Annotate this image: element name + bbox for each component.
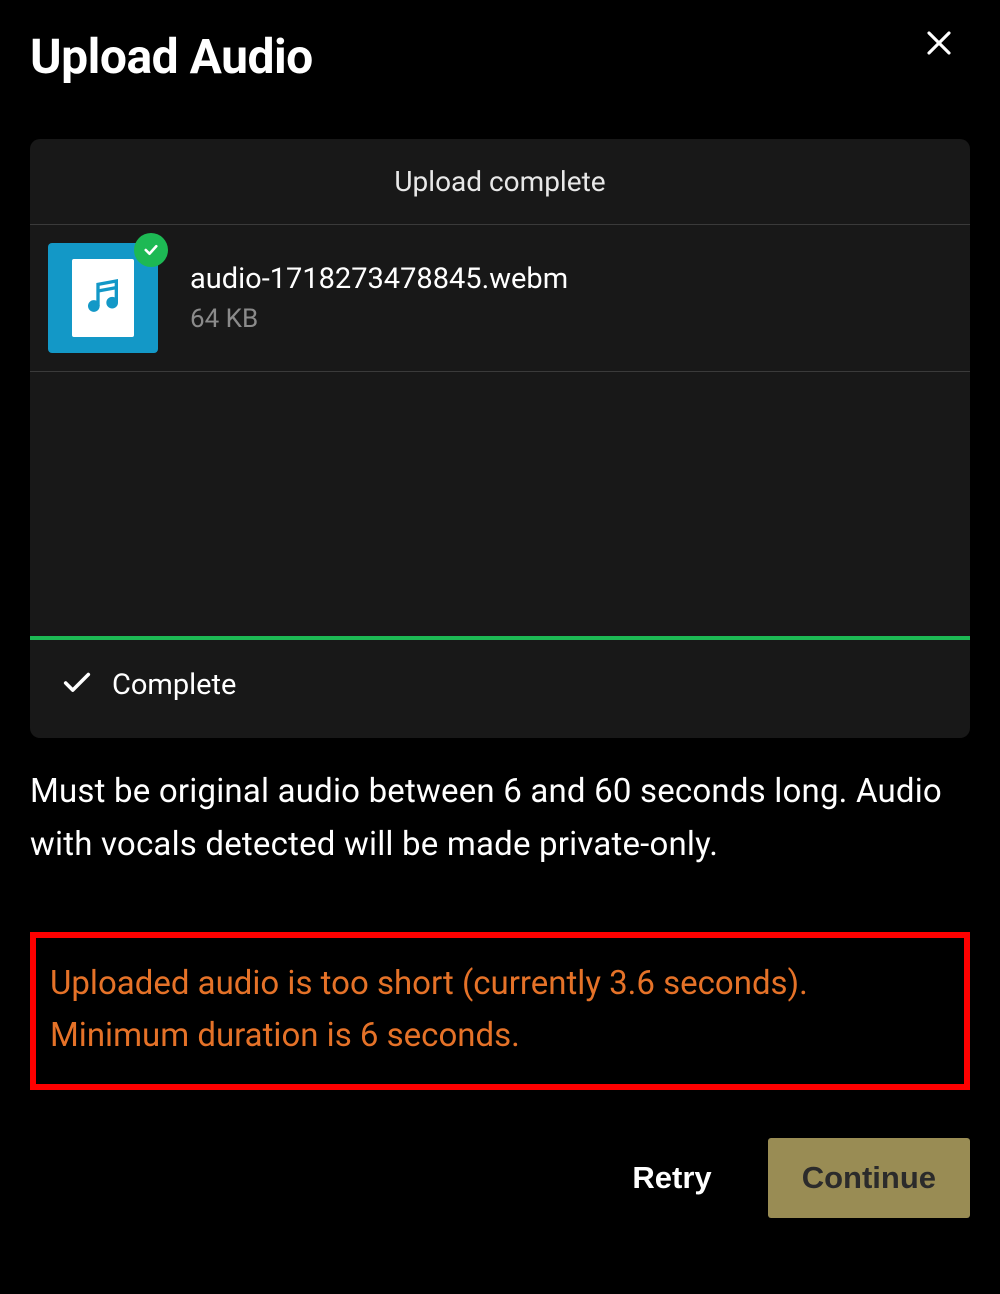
- file-row: audio-1718273478845.webm 64 KB: [30, 225, 970, 372]
- error-box: Uploaded audio is too short (currently 3…: [30, 932, 970, 1090]
- upload-audio-modal: Upload Audio Upload complete: [0, 0, 1000, 1248]
- modal-title: Upload Audio: [30, 28, 313, 85]
- file-info: audio-1718273478845.webm 64 KB: [190, 262, 568, 334]
- progress-bar: [30, 372, 970, 640]
- file-name: audio-1718273478845.webm: [190, 262, 568, 296]
- info-text: Must be original audio between 6 and 60 …: [30, 766, 970, 872]
- continue-button[interactable]: Continue: [768, 1138, 970, 1218]
- close-button[interactable]: [918, 22, 960, 67]
- file-thumbnail: [48, 243, 158, 353]
- error-text: Uploaded audio is too short (currently 3…: [50, 958, 950, 1062]
- retry-button[interactable]: Retry: [602, 1142, 741, 1214]
- file-size: 64 KB: [190, 304, 568, 334]
- upload-panel: Upload complete: [30, 139, 970, 738]
- modal-header: Upload Audio: [30, 28, 970, 85]
- music-note-icon: [83, 276, 123, 320]
- check-icon: [60, 666, 112, 704]
- complete-label: Complete: [112, 668, 236, 702]
- close-icon: [924, 46, 954, 61]
- footer-buttons: Retry Continue: [30, 1138, 970, 1218]
- complete-status-row: Complete: [30, 640, 970, 738]
- success-check-icon: [134, 233, 168, 267]
- document-icon: [72, 259, 134, 337]
- upload-status-label: Upload complete: [30, 139, 970, 225]
